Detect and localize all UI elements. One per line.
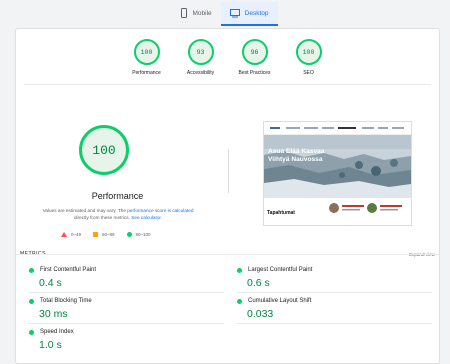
- gauge-accessibility[interactable]: 93 Accessibility: [181, 39, 221, 76]
- metric-fcp-value: 0.4 s: [39, 277, 62, 289]
- tab-mobile[interactable]: Mobile: [172, 2, 220, 24]
- metric-fcp: First Contentful Paint 0.4 s: [29, 267, 219, 289]
- metric-cls: Cumulative Layout Shift 0.033: [237, 298, 427, 320]
- gauge-accessibility-label: Accessibility: [186, 70, 215, 76]
- mobile-icon: [181, 8, 188, 18]
- legend-average-label: 50–89: [102, 232, 115, 237]
- pass-dot-icon: [29, 267, 34, 273]
- triangle-icon: [61, 232, 67, 237]
- metric-divider: [237, 292, 432, 293]
- metric-divider: [29, 292, 224, 293]
- screenshot-section-heading: Tapahtumat: [267, 210, 295, 216]
- metric-speed-index-value: 1.0 s: [39, 339, 62, 351]
- pass-dot-icon: [29, 298, 34, 304]
- pass-dot-icon: [29, 329, 34, 335]
- device-tabs: Mobile Desktop: [0, 0, 450, 26]
- square-icon: [93, 232, 99, 237]
- tab-mobile-label: Mobile: [192, 9, 212, 17]
- metric-lcp-value: 0.6 s: [247, 277, 270, 289]
- metric-speed-index-name: Speed Index: [40, 329, 74, 335]
- pass-dot-icon: [237, 298, 242, 304]
- legend-fail-label: 0–49: [71, 232, 82, 237]
- pass-dot-icon: [237, 267, 242, 273]
- divider: [24, 84, 431, 85]
- gauge-accessibility-score: 93: [187, 39, 214, 65]
- note-text-2: directly from these metrics.: [73, 215, 130, 220]
- screenshot-hero-image: [264, 135, 411, 198]
- metric-tbt: Total Blocking Time 30 ms: [29, 298, 219, 320]
- gauge-performance[interactable]: 100 Performance: [127, 39, 167, 76]
- gauge-performance-score: 100: [133, 39, 160, 65]
- vertical-divider: [228, 149, 229, 193]
- metrics-divider: [16, 254, 439, 255]
- gauge-seo-label: SEO: [303, 70, 314, 76]
- legend-pass: 90–100: [126, 232, 151, 237]
- metric-fcp-name: First Contentful Paint: [40, 267, 97, 273]
- category-gauges: 100 Performance 93 Accessibility 96 Best…: [16, 39, 439, 76]
- metric-lcp-name: Largest Contentful Paint: [248, 267, 313, 273]
- score-calculated-link[interactable]: performance score is calculated: [127, 208, 193, 213]
- gauge-best-practices-score: 96: [241, 39, 268, 65]
- performance-score-gauge: 100: [79, 125, 129, 175]
- tab-desktop[interactable]: Desktop: [220, 2, 278, 26]
- score-legend: 0–49 50–89 90–100: [61, 232, 151, 237]
- legend-average: 50–89: [93, 232, 115, 237]
- gauge-best-practices-label: Best Practices: [238, 70, 271, 76]
- tab-desktop-label: Desktop: [244, 9, 269, 17]
- page-screenshot[interactable]: Asua Elää Kasvaa Viihtyä Nauvossa Tapaht…: [263, 121, 412, 226]
- performance-title: Performance: [91, 191, 144, 201]
- legend-pass-label: 90–100: [135, 232, 151, 237]
- gauge-seo-score: 100: [295, 39, 322, 65]
- screenshot-hero-text: Asua Elää Kasvaa Viihtyä Nauvossa: [268, 148, 325, 163]
- metric-speed-index: Speed Index 1.0 s: [29, 329, 219, 351]
- metric-cls-name: Cumulative Layout Shift: [248, 298, 312, 304]
- legend-fail: 0–49: [61, 232, 81, 237]
- metric-lcp: Largest Contentful Paint 0.6 s: [237, 267, 427, 289]
- metric-cls-value: 0.033: [247, 308, 274, 320]
- metric-divider: [237, 323, 432, 324]
- performance-note: Values are estimated and may vary. The p…: [28, 207, 208, 221]
- report-card: 100 Performance 93 Accessibility 96 Best…: [15, 28, 440, 364]
- circle-icon: [126, 232, 132, 237]
- metric-tbt-name: Total Blocking Time: [40, 298, 92, 304]
- metric-divider: [29, 323, 224, 324]
- gauge-best-practices[interactable]: 96 Best Practices: [235, 39, 275, 76]
- gauge-performance-label: Performance: [132, 70, 161, 76]
- screenshot-nav: [264, 122, 411, 135]
- note-text-1: Values are estimated and may vary. The: [42, 208, 126, 213]
- calculator-link[interactable]: See calculator.: [131, 215, 162, 220]
- desktop-icon: [229, 8, 240, 18]
- metric-tbt-value: 30 ms: [39, 308, 68, 320]
- gauge-seo[interactable]: 100 SEO: [289, 39, 329, 76]
